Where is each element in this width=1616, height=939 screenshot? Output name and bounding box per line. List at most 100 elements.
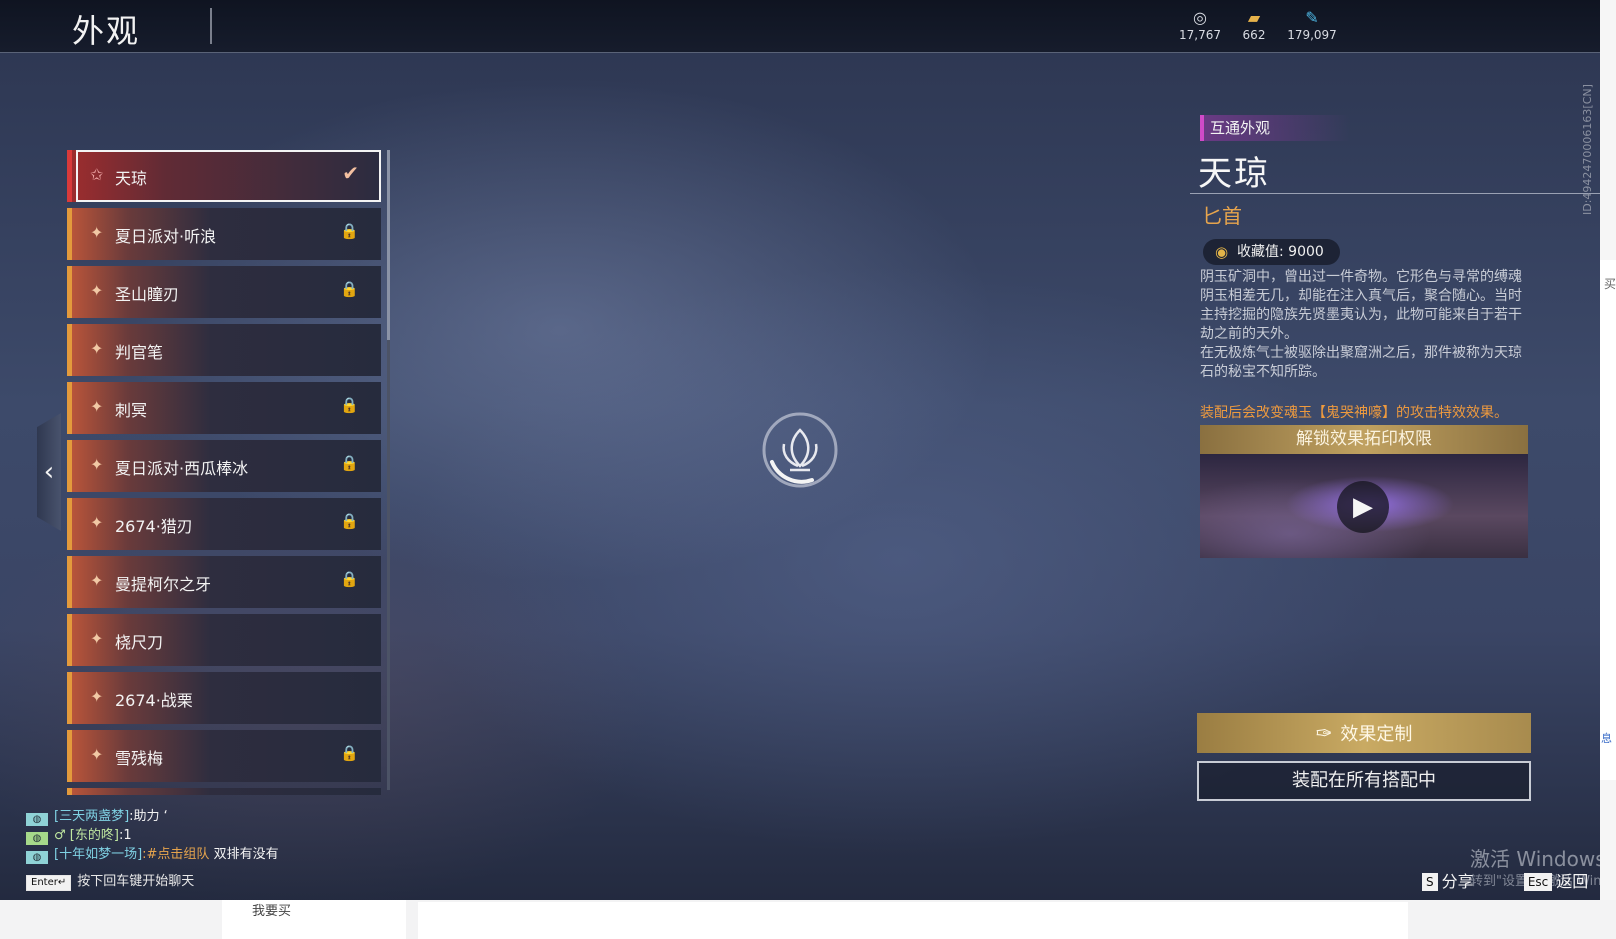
brush-icon: ✑ xyxy=(1315,721,1333,745)
list-scrollbar-track[interactable] xyxy=(387,340,390,790)
rarity-icon: ✦ xyxy=(90,339,104,358)
lock-icon: 🔒 xyxy=(340,570,359,588)
list-item[interactable]: ✦ 夏日派对·西瓜棒冰 🔒 xyxy=(67,440,381,492)
list-item-label: 夏日派对·西瓜棒冰 xyxy=(115,459,249,478)
list-item[interactable]: ✦ 夏日派对·听浪 🔒 xyxy=(67,208,381,260)
prev-page-button[interactable]: ‹ xyxy=(37,413,61,531)
item-type: 匕首 xyxy=(1202,204,1242,228)
top-bar: 外观 ◎ 17,767 ▰ 662 ✎ 179,097 xyxy=(0,0,1600,53)
appearance-list[interactable]: ✩ 天琼 ✔ ✦ 夏日派对·听浪 🔒 ✦ 圣山瞳刃 🔒 ✦ 判官笔 ✦ 刺冥 🔒… xyxy=(67,150,383,795)
chat-input-hint[interactable]: Enter↵ 按下回车键开始聊天 xyxy=(26,870,194,891)
description-paragraph: 阴玉矿洞中，曾出过一件奇物。它形色与寻常的缚魂阴玉相差无几，却能在注入真气后，聚… xyxy=(1200,269,1522,342)
chat-message: :1 xyxy=(118,828,132,843)
list-item[interactable]: ✦ 圣山瞳刃 🔒 xyxy=(67,266,381,318)
lock-icon: 🔒 xyxy=(340,512,359,530)
player-uid: ID:4942470006163[CN] xyxy=(1581,84,1594,215)
list-item-label: 夏日派对·听浪 xyxy=(115,227,217,246)
list-item-partial[interactable] xyxy=(67,788,381,795)
unlock-effect-banner[interactable]: 解锁效果拓印权限 xyxy=(1200,425,1528,454)
list-item-label: 曼提柯尔之牙 xyxy=(115,575,212,594)
item-description: 阴玉矿洞中，曾出过一件奇物。它形色与寻常的缚魂阴玉相差无几，却能在注入真气后，聚… xyxy=(1200,268,1532,382)
rarity-icon: ✦ xyxy=(90,687,104,706)
title-divider xyxy=(210,8,212,44)
currency-feather[interactable]: ✎ 179,097 xyxy=(1282,8,1342,42)
chat-line: ◍ ♂ [东的咚]:1 xyxy=(26,826,279,845)
equip-all-button[interactable]: 装配在所有搭配中 xyxy=(1197,761,1531,801)
chevron-left-icon: ‹ xyxy=(43,457,55,487)
loading-emblem-icon xyxy=(762,412,838,488)
play-icon: ▶ xyxy=(1353,492,1373,522)
name-divider xyxy=(1190,193,1600,194)
collect-value: 收藏值: 9000 xyxy=(1237,244,1324,260)
currency-coin-value: 17,767 xyxy=(1179,28,1221,42)
browser-card xyxy=(222,900,406,939)
list-item[interactable]: ✦ 判官笔 xyxy=(67,324,381,376)
check-icon: ✔ xyxy=(342,161,359,185)
rarity-icon: ✦ xyxy=(90,629,104,648)
browser-edge-link[interactable]: 息 xyxy=(1601,730,1612,746)
currency-ticket[interactable]: ▰ 662 xyxy=(1228,8,1280,42)
chat-panel[interactable]: ◍ [三天两盏梦]:助力 ‘ ◍ ♂ [东的咚]:1 ◍ [十年如梦一场]:#点击组队… xyxy=(26,807,279,864)
list-item-label: 天琼 xyxy=(115,169,148,188)
lock-icon: 🔒 xyxy=(340,222,359,240)
chat-message: 双排有没有 xyxy=(209,847,279,862)
effect-note: 装配后会改变魂玉【鬼哭神嚎】的攻击特效效果。 xyxy=(1200,405,1508,421)
back-button[interactable]: Esc 返回 xyxy=(1523,872,1589,891)
list-item-label: 桡尺刀 xyxy=(115,633,164,652)
list-item[interactable]: ✦ 桡尺刀 xyxy=(67,614,381,666)
browser-edge-text: 买 xyxy=(1604,277,1616,291)
coin-icon: ◎ xyxy=(1193,8,1207,27)
crossplay-tag: 互通外观 xyxy=(1200,115,1350,141)
effect-preview-video[interactable]: ▶ xyxy=(1200,454,1528,558)
chat-channel-icon: ◍ xyxy=(26,851,48,864)
effect-custom-button[interactable]: ✑ 效果定制 xyxy=(1197,713,1531,753)
rarity-icon: ✦ xyxy=(90,397,104,416)
share-button[interactable]: S 分享 xyxy=(1422,872,1474,891)
chat-line: ◍ [十年如梦一场]:#点击组队 双排有没有 xyxy=(26,845,279,864)
game-window: 外观 ◎ 17,767 ▰ 662 ✎ 179,097 ‹ ✩ 天琼 ✔ ✦ 夏… xyxy=(0,0,1600,900)
list-scrollbar-thumb[interactable] xyxy=(387,150,390,340)
browser-strip-text[interactable]: 我要买 xyxy=(252,900,291,919)
lock-icon: 🔒 xyxy=(340,454,359,472)
lock-icon: 🔒 xyxy=(340,280,359,298)
lock-icon: 🔒 xyxy=(340,744,359,762)
rarity-icon: ✦ xyxy=(90,571,104,590)
list-item-label: 2674·战栗 xyxy=(115,691,193,710)
chat-hint-text: 按下回车键开始聊天 xyxy=(77,874,195,889)
description-paragraph: 在无极炼气士被驱除出聚窟洲之后，那件被称为天琼石的秘宝不知所踪。 xyxy=(1200,345,1522,380)
list-item[interactable]: ✦ 刺冥 🔒 xyxy=(67,382,381,434)
chat-message: :助力 ‘ xyxy=(129,809,168,824)
currency-coin[interactable]: ◎ 17,767 xyxy=(1174,8,1226,42)
chat-line: ◍ [三天两盏梦]:助力 ‘ xyxy=(26,807,279,826)
rarity-icon: ✦ xyxy=(90,513,104,532)
back-key: Esc xyxy=(1523,873,1553,891)
list-item[interactable]: ✦ 2674·战栗 xyxy=(67,672,381,724)
rarity-icon: ✦ xyxy=(90,223,104,242)
list-item-selected[interactable]: ✩ 天琼 ✔ xyxy=(67,150,381,202)
rarity-icon: ✦ xyxy=(90,281,104,300)
share-label: 分享 xyxy=(1441,872,1474,891)
chat-sender[interactable]: [十年如梦一场] xyxy=(54,847,142,862)
chat-channel-icon: ◍ xyxy=(26,832,48,845)
list-item-label: 刺冥 xyxy=(115,401,148,420)
lock-icon: 🔒 xyxy=(340,396,359,414)
chat-sender[interactable]: [三天两盏梦] xyxy=(54,809,129,824)
list-item[interactable]: ✦ 2674·猎刃 🔒 xyxy=(67,498,381,550)
rarity-icon: ✦ xyxy=(90,745,104,764)
chat-team-link[interactable]: :#点击组队 xyxy=(142,847,209,862)
item-name: 天琼 xyxy=(1198,154,1270,194)
currency-ticket-value: 662 xyxy=(1242,28,1266,42)
chat-sender[interactable]: ♂ [东的咚] xyxy=(54,828,119,843)
rarity-icon: ✦ xyxy=(90,455,104,474)
feather-icon: ✎ xyxy=(1305,8,1319,27)
play-button[interactable]: ▶ xyxy=(1337,481,1389,533)
back-label: 返回 xyxy=(1556,872,1589,891)
star-icon: ✩ xyxy=(90,165,104,184)
page-title: 外观 xyxy=(72,12,141,50)
browser-right-panel xyxy=(1600,260,1616,780)
list-item[interactable]: ✦ 曼提柯尔之牙 🔒 xyxy=(67,556,381,608)
list-item[interactable]: ✦ 雪残梅 🔒 xyxy=(67,730,381,782)
chat-channel-icon: ◍ xyxy=(26,813,48,826)
list-item-label: 圣山瞳刃 xyxy=(115,285,180,304)
enter-key-icon: Enter↵ xyxy=(26,875,72,891)
